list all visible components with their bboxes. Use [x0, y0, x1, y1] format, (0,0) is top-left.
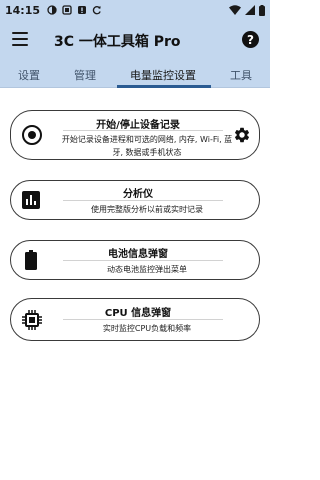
wifi-icon: [229, 5, 241, 15]
tab-manage[interactable]: 管理: [74, 67, 96, 83]
status-time: 14:15: [5, 3, 41, 17]
notification-icon: [62, 5, 72, 15]
tab-settings[interactable]: 设置: [18, 67, 40, 83]
record-card-divider: [63, 130, 223, 131]
sync-icon: [92, 5, 101, 15]
tab-bar: 设置 管理 电量监控设置 工具: [0, 60, 270, 88]
record-card[interactable]: 开始/停止设备记录 开始记录设备进程和可选的网络, 内存, Wi-Fi, 蓝牙,…: [10, 110, 260, 160]
status-bar: 14:15: [0, 0, 270, 20]
cpu-popup-card-title: CPU 信息弹窗: [104, 308, 172, 319]
cpu-chip-icon: [22, 310, 42, 330]
cpu-popup-card-description: 实时监控CPU负载和频率: [102, 324, 192, 333]
record-icon: [22, 125, 42, 145]
signal-icon: [245, 5, 255, 15]
tab-tools[interactable]: 工具: [230, 67, 252, 83]
battery-popup-card-description: 动态电池监控弹出菜单: [107, 265, 187, 274]
dark-mode-icon: [47, 5, 57, 15]
record-card-title: 开始/停止设备记录: [96, 120, 180, 131]
battery-popup-card[interactable]: 电池信息弹窗 动态电池监控弹出菜单: [10, 240, 260, 280]
analyzer-card-description: 使用完整版分析以前或实时记录: [91, 205, 203, 214]
analyzer-card[interactable]: 分析仪 使用完整版分析以前或实时记录: [10, 180, 260, 220]
record-card-description: 开始记录设备进程和可选的网络, 内存, Wi-Fi, 蓝牙, 数据或手机状态: [61, 135, 233, 157]
battery-icon: [25, 250, 37, 270]
battery-status-icon: [259, 4, 265, 16]
bar-chart-icon: [22, 191, 40, 209]
battery-popup-card-title: 电池信息弹窗: [108, 249, 168, 260]
battery-popup-card-divider: [63, 260, 223, 261]
analyzer-card-title: 分析仪: [123, 189, 153, 200]
tab-battery-monitor-settings[interactable]: 电量监控设置: [130, 67, 196, 83]
cpu-popup-card[interactable]: CPU 信息弹窗 实时监控CPU负载和频率: [10, 298, 260, 341]
menu-icon[interactable]: [12, 32, 28, 46]
analyzer-card-divider: [63, 200, 223, 201]
help-icon[interactable]: ?: [242, 31, 259, 48]
cpu-popup-card-divider: [63, 319, 223, 320]
app-bar: 3C 一体工具箱 Pro ?: [0, 20, 270, 60]
gear-icon[interactable]: [233, 126, 251, 144]
active-tab-indicator: [117, 85, 211, 88]
app-title: 3C 一体工具箱 Pro: [54, 34, 181, 50]
alert-icon: [78, 6, 87, 14]
